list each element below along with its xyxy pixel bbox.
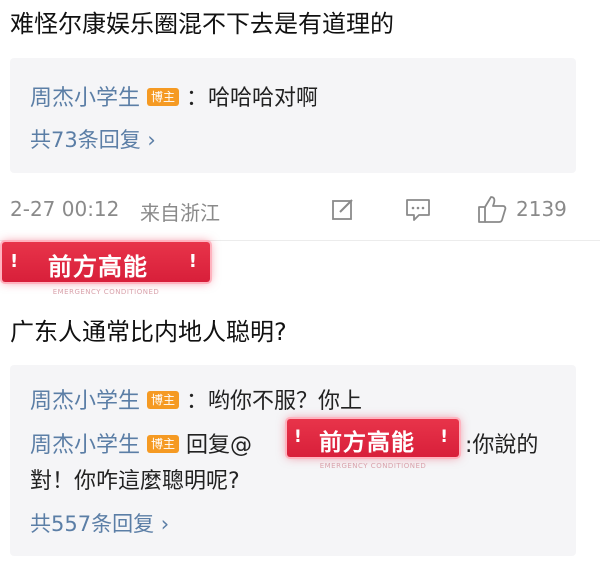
reply-text: ：哈哈哈对啊 [186, 86, 319, 111]
edit-icon[interactable] [330, 196, 356, 222]
reply-author[interactable]: 周杰小学生 [30, 433, 140, 458]
exclamation-icon: ! [440, 427, 449, 447]
exclamation-icon: ! [188, 251, 198, 272]
blogger-badge: 博主 [147, 88, 180, 106]
view-replies-link[interactable]: 共73条回复 › [30, 124, 156, 154]
reply-author[interactable]: 周杰小学生 [30, 389, 140, 414]
comment-icon[interactable] [404, 197, 432, 223]
reply-line: 周杰小学生 博主 回复@ [30, 427, 252, 459]
banner-text: 前方高能 [48, 253, 148, 281]
reply-box[interactable]: 周杰小学生 博主 ：哈哈哈对啊 共73条回复 › [10, 58, 576, 173]
view-replies-link[interactable]: 共557条回复 › [30, 508, 169, 538]
reply-line: 周杰小学生 博主 ：哈哈哈对啊 [30, 80, 318, 112]
thumbs-up-icon[interactable] [476, 194, 508, 224]
like-count: 2139 [516, 197, 567, 221]
reply-text: ：哟你不服？你上 [186, 389, 363, 414]
reply-prefix: 回复@ [186, 433, 253, 458]
exclamation-icon: ! [10, 251, 20, 272]
reply-box[interactable]: 周杰小学生 博主 ：哟你不服？你上 周杰小学生 博主 回复@ ! 前方高能 ! … [10, 365, 576, 556]
blogger-badge: 博主 [147, 391, 180, 409]
reply-author[interactable]: 周杰小学生 [30, 86, 140, 111]
reply-text: 對！你咋這麼聰明呢? [30, 469, 240, 494]
reply-line: 周杰小学生 博主 ：哟你不服？你上 [30, 383, 362, 415]
comment-text: 广东人通常比内地人聪明? [10, 318, 287, 346]
banner-text: 前方高能 [319, 430, 415, 456]
blogger-badge: 博主 [147, 435, 180, 453]
warning-banner: ! 前方高能 ! EMERGENCY CONDITIONED [287, 419, 459, 470]
reply-suffix: :你說的 [465, 433, 539, 458]
banner-subtext: EMERGENCY CONDITIONED [319, 462, 427, 470]
banner-body: ! 前方高能 ! EMERGENCY CONDITIONED [2, 242, 210, 296]
location: 来自浙江 [140, 201, 220, 225]
exclamation-icon: ! [294, 427, 303, 447]
warning-banner: ! 前方高能 ! EMERGENCY CONDITIONED [0, 238, 215, 296]
comment-text: 难怪尔康娱乐圈混不下去是有道理的 [10, 10, 394, 38]
banner-subtext: EMERGENCY CONDITIONED [52, 288, 160, 296]
timestamp: 2-27 00:12 [10, 197, 120, 221]
